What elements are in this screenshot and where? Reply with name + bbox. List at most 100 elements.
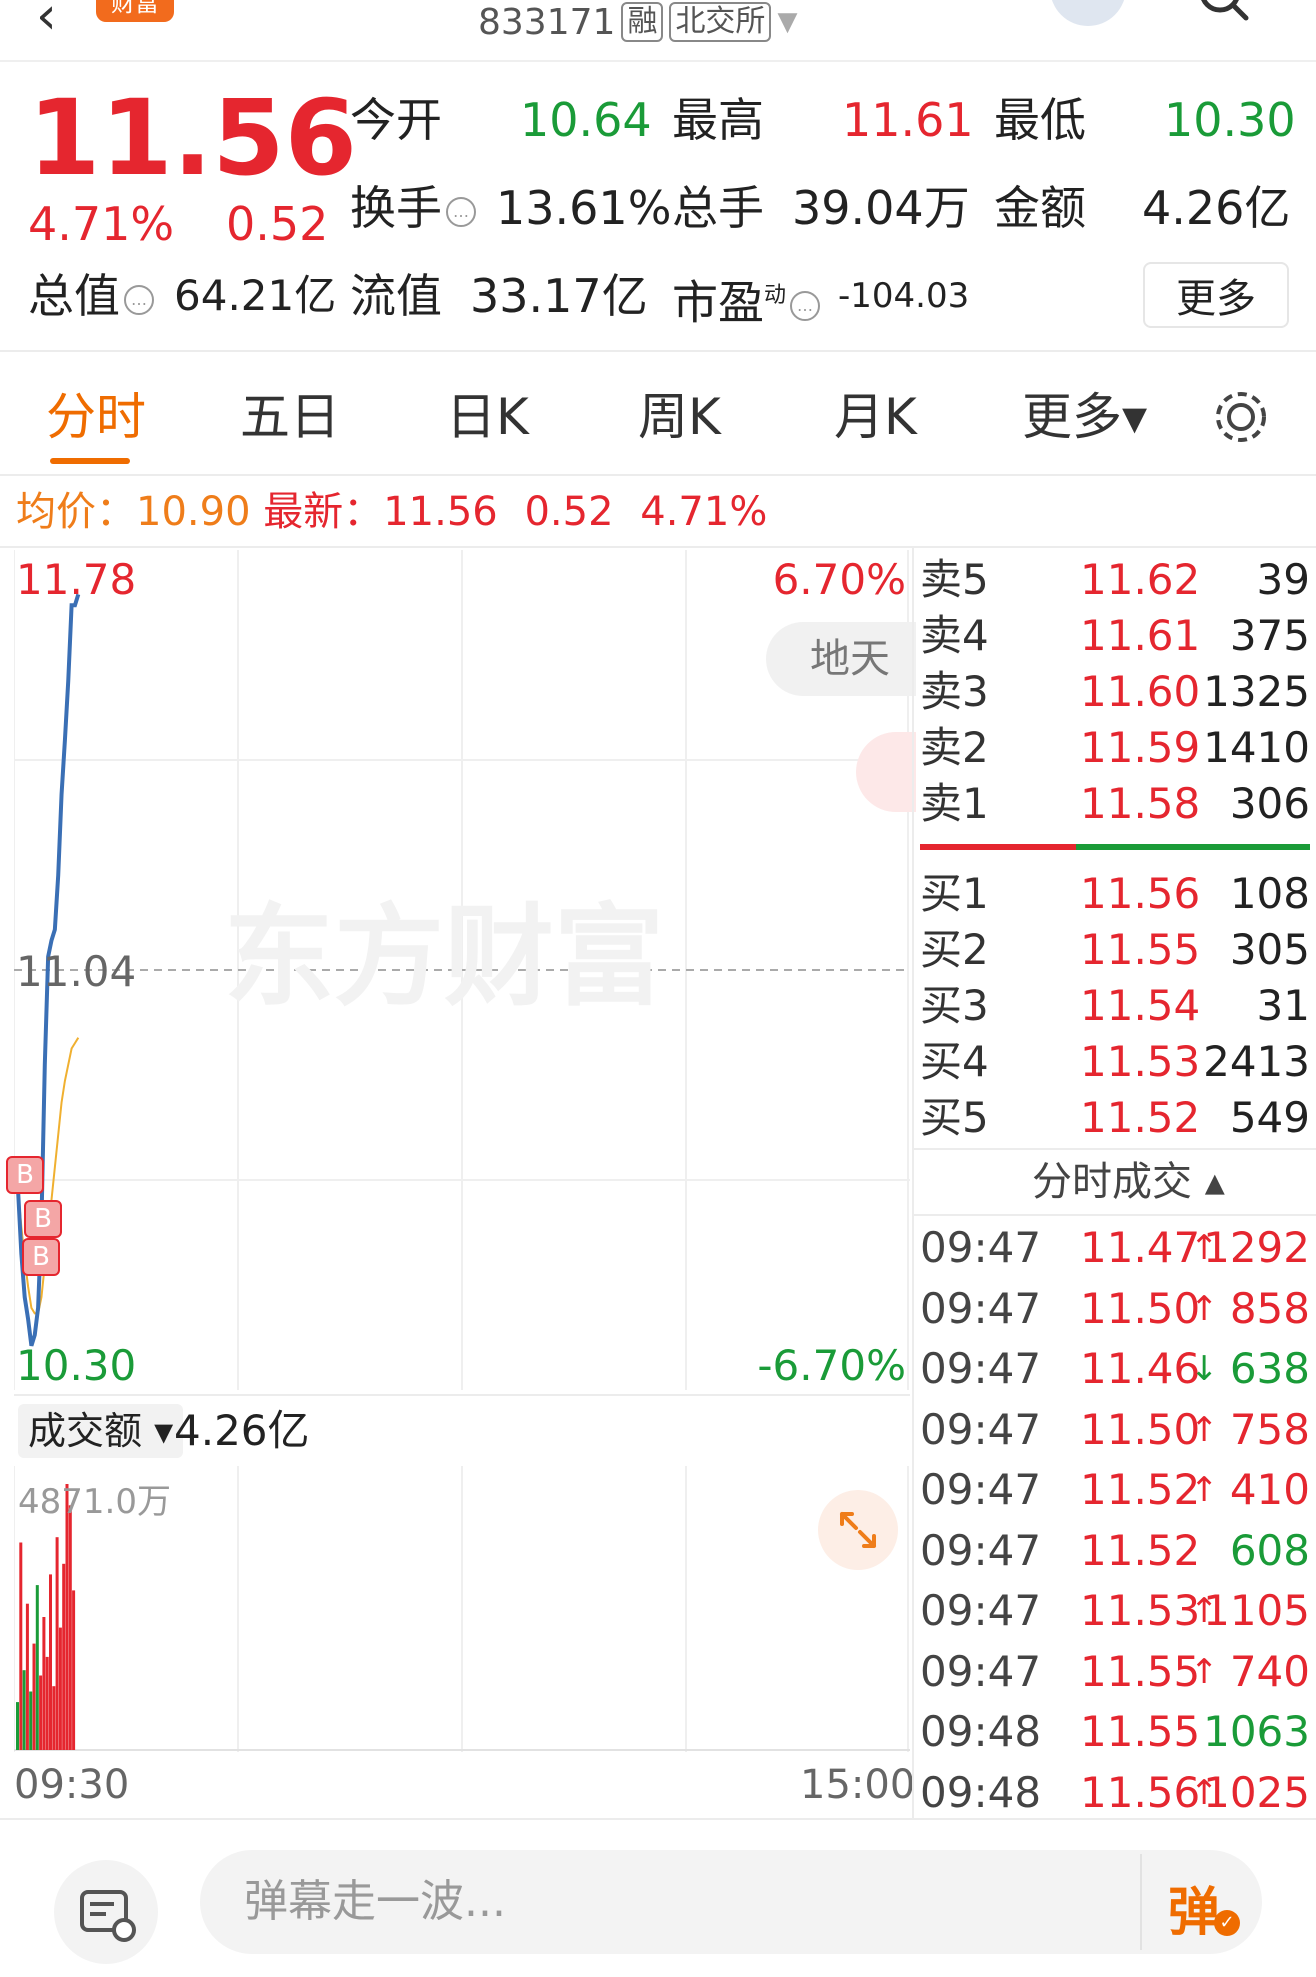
ask-volume: 39 (1256, 555, 1310, 604)
ticks-title-toggle[interactable]: 分时成交 ▴ (1032, 1154, 1225, 1210)
avg-latest-line: 均价：10.90 最新：11.56 0.52 4.71% (16, 486, 767, 538)
ask-row-1[interactable]: 卖1 11.58 306 (920, 776, 1310, 832)
divider (0, 474, 1316, 476)
tab-monthly-k[interactable]: 月K (834, 382, 917, 452)
bid-label: 买3 (920, 981, 989, 1030)
tick-row: 09:47 11.47 ↑ 1292 (920, 1218, 1310, 1278)
open-label: 今开 (350, 93, 442, 147)
bid-label: 买5 (920, 1093, 989, 1142)
bid-row-2[interactable]: 买2 11.55 305 (920, 922, 1310, 978)
bid-row-5[interactable]: 买5 11.52 549 (920, 1090, 1310, 1146)
info-icon[interactable]: … (124, 284, 154, 315)
tab-intraday[interactable]: 分时 (46, 382, 146, 452)
tick-volume: 1063 (1203, 1707, 1310, 1756)
comments-icon[interactable] (54, 1860, 158, 1964)
bid-label: 买1 (920, 869, 989, 918)
ask-row-2[interactable]: 卖2 11.59 1410 (920, 720, 1310, 776)
tick-time: 09:48 (920, 1767, 1042, 1817)
overlay-pill[interactable]: 地天 (766, 622, 916, 696)
volume-bar (22, 1670, 26, 1750)
tab-five-day[interactable]: 五日 (240, 382, 340, 452)
tick-price: 11.56 (1080, 1767, 1201, 1817)
avatar[interactable] (1050, 0, 1126, 26)
danmu-toggle-button[interactable]: 弹 ✓ (1140, 1854, 1260, 1950)
tick-time: 09:47 (920, 1586, 1042, 1635)
tick-row: 09:48 11.55 1063 (920, 1702, 1310, 1762)
volume-bar (68, 1505, 72, 1750)
tick-volume: 1025 (1203, 1767, 1310, 1817)
tick-row: 09:47 11.55 ↑ 740 (920, 1642, 1310, 1702)
danmu-input[interactable]: 弹幕走一波... (200, 1850, 1262, 1954)
ask-price: 11.58 (1080, 779, 1201, 828)
bid-price: 11.53 (1080, 1037, 1201, 1086)
tick-arrow-icon: ↑ (1190, 1288, 1219, 1329)
dropdown-icon[interactable]: ▼ (777, 7, 797, 37)
volume-total: 4.26亿 (174, 1406, 310, 1455)
volume-bar (42, 1617, 46, 1750)
bid-volume: 108 (1229, 869, 1310, 918)
divider (914, 1148, 1316, 1150)
back-icon[interactable]: ‹ (36, 0, 57, 46)
bid-row-4[interactable]: 买4 11.53 2413 (920, 1034, 1310, 1090)
chart-watermark: 东方财富 (224, 893, 664, 1021)
tick-volume: 758 (1229, 1404, 1310, 1454)
volume-bar (49, 1574, 52, 1750)
pe-label-text: 市盈 (672, 275, 764, 330)
ask-label: 卖2 (920, 723, 989, 772)
bid-label: 买4 (920, 1037, 989, 1086)
more-button[interactable]: 更多 (1143, 262, 1289, 328)
ask-price: 11.60 (1080, 667, 1201, 716)
divider (914, 1214, 1316, 1216)
settings-icon[interactable] (1210, 386, 1272, 448)
volume-selector[interactable]: 成交额 ▾ (18, 1404, 184, 1458)
volume-value: 39.04万 (792, 181, 970, 235)
tick-price: 11.55 (1080, 1707, 1201, 1756)
volume-max-label: 4871.0万 (18, 1482, 171, 1522)
bid-row-1[interactable]: 买1 11.56 108 (920, 866, 1310, 922)
tick-arrow-icon: ↑ (1190, 1470, 1219, 1510)
bid-row-3[interactable]: 买3 11.54 31 (920, 978, 1310, 1034)
avg-label: 均价： (16, 489, 136, 535)
ask-row-4[interactable]: 卖4 11.61 375 (920, 608, 1310, 664)
ask-row-5[interactable]: 卖5 11.62 39 (920, 552, 1310, 608)
tick-time: 09:47 (920, 1646, 1042, 1696)
tick-row: 09:48 11.56 ↑ 1025 (920, 1763, 1310, 1823)
ask-volume: 1325 (1203, 667, 1310, 716)
bid-volume: 31 (1256, 981, 1310, 1030)
latest-change: 0.52 (524, 489, 614, 535)
tab-underline (50, 458, 130, 464)
bid-volume: 305 (1229, 925, 1310, 974)
bid-price: 11.52 (1080, 1093, 1201, 1142)
ask-volume: 306 (1229, 779, 1310, 828)
tick-time: 09:47 (920, 1283, 1042, 1333)
tick-row: 09:47 11.50 ↑ 858 (920, 1279, 1310, 1339)
ask-row-3[interactable]: 卖3 11.60 1325 (920, 664, 1310, 720)
tick-price: 11.50 (1080, 1283, 1201, 1333)
ask-volume: 375 (1229, 611, 1310, 660)
stock-code-line[interactable]: 833171 融 北交所 ▼ (478, 0, 797, 44)
tab-more[interactable]: 更多▾ (1022, 382, 1147, 452)
tick-price: 11.47 (1080, 1223, 1201, 1272)
volume-bar (35, 1585, 39, 1750)
tick-volume: 858 (1229, 1283, 1310, 1333)
tick-row: 09:47 11.52 608 (920, 1521, 1310, 1581)
info-icon[interactable]: … (790, 290, 821, 321)
volume-bar (55, 1537, 59, 1750)
open-value: 10.64 (520, 93, 652, 147)
info-icon[interactable]: … (446, 196, 476, 227)
volume-bar (62, 1563, 66, 1750)
volume-bar (32, 1643, 36, 1750)
volume-bar (58, 1627, 62, 1750)
search-icon[interactable] (1196, 0, 1250, 24)
tab-daily-k[interactable]: 日K (446, 382, 529, 452)
tick-price: 11.46 (1080, 1344, 1201, 1393)
high-label: 最高 (672, 93, 764, 147)
divider (0, 546, 1316, 548)
ask-label: 卖3 (920, 667, 989, 716)
amount-value: 4.26亿 (1142, 181, 1291, 235)
expand-icon[interactable] (818, 1490, 898, 1570)
buy-marker: B (22, 1238, 60, 1276)
tab-weekly-k[interactable]: 周K (638, 382, 721, 452)
latest-pct: 4.71% (640, 489, 768, 535)
amount-label: 金额 (994, 181, 1086, 235)
